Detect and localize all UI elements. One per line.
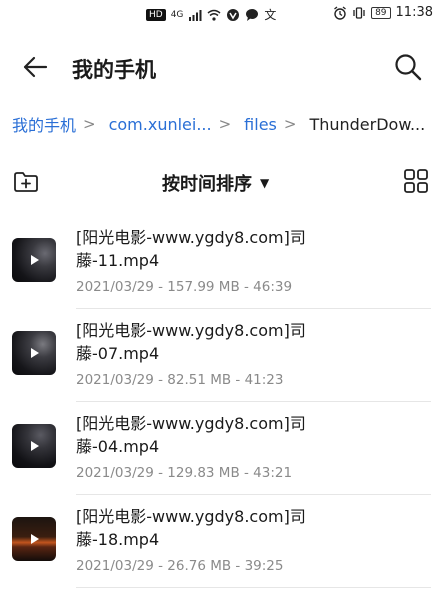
sort-dropdown[interactable]: 按时间排序 ▼: [162, 170, 269, 196]
message-icon: [246, 8, 259, 21]
signal-icon: [189, 9, 202, 21]
file-meta: 2021/03/29 - 157.99 MB - 46:39: [76, 279, 293, 295]
status-bar: HD 4G 文 89 11:38: [0, 0, 443, 28]
back-arrow-icon[interactable]: [20, 52, 50, 82]
file-meta: 2021/03/29 - 82.51 MB - 41:23: [76, 372, 284, 388]
breadcrumb-my-phone[interactable]: 我的手机: [12, 112, 76, 136]
new-folder-icon[interactable]: [12, 168, 40, 196]
file-name: [阳光电影-www.ygdy8.com]司藤-07.mp4: [76, 321, 306, 363]
status-icons-left: HD 4G 文: [146, 6, 276, 23]
file-row[interactable]: [阳光电影-www.ygdy8.com]司藤-04.mp4 2021/03/29…: [0, 402, 443, 495]
breadcrumb: 我的手机 > com.xunlei... > files > ThunderDo…: [12, 112, 443, 136]
hd-badge: HD: [146, 8, 166, 21]
file-row[interactable]: [阳光电影-www.ygdy8.com]司藤-11.mp4 2021/03/29…: [0, 216, 443, 309]
play-icon: [31, 441, 39, 451]
play-icon: [31, 255, 39, 265]
input-method-indicator: 文: [264, 8, 277, 22]
file-name: [阳光电影-www.ygdy8.com]司藤-11.mp4: [76, 228, 306, 270]
file-row[interactable]: [阳光电影-www.ygdy8.com]司藤-07.mp4 2021/03/29…: [0, 309, 443, 402]
play-icon: [31, 348, 39, 358]
file-list: [阳光电影-www.ygdy8.com]司藤-11.mp4 2021/03/29…: [0, 216, 443, 588]
clock: 11:38: [395, 5, 433, 20]
divider: [76, 587, 431, 588]
video-thumbnail: [12, 238, 56, 282]
page-title: 我的手机: [72, 58, 156, 82]
video-thumbnail: [12, 331, 56, 375]
grid-view-icon[interactable]: [403, 168, 429, 194]
wifi-icon: [207, 9, 221, 21]
chevron-right-icon: >: [283, 115, 297, 133]
file-name: [阳光电影-www.ygdy8.com]司藤-04.mp4: [76, 414, 306, 456]
file-name: [阳光电影-www.ygdy8.com]司藤-18.mp4: [76, 507, 306, 549]
breadcrumb-thunderdownload[interactable]: ThunderDow...: [309, 115, 425, 134]
breadcrumb-com-xunlei[interactable]: com.xunlei...: [109, 115, 212, 134]
file-meta: 2021/03/29 - 129.83 MB - 43:21: [76, 465, 293, 481]
sort-label: 按时间排序: [162, 174, 252, 195]
video-thumbnail: [12, 424, 56, 468]
file-row[interactable]: [阳光电影-www.ygdy8.com]司藤-18.mp4 2021/03/29…: [0, 495, 443, 588]
status-icons-right: 89 11:38: [333, 5, 433, 20]
play-icon: [31, 534, 39, 544]
vpn-icon: [227, 8, 240, 21]
chevron-right-icon: >: [83, 115, 96, 133]
search-icon[interactable]: [393, 52, 423, 82]
caret-down-icon: ▼: [260, 176, 270, 190]
title-bar: 我的手机: [0, 44, 443, 90]
battery-indicator: 89: [371, 6, 391, 19]
alarm-icon: [334, 5, 346, 20]
network-type: 4G: [170, 9, 184, 20]
breadcrumb-files[interactable]: files: [244, 115, 277, 134]
vibrate-icon: [353, 6, 365, 19]
toolbar: 按时间排序 ▼: [0, 162, 443, 202]
chevron-right-icon: >: [218, 115, 232, 133]
video-thumbnail: [12, 517, 56, 561]
file-meta: 2021/03/29 - 26.76 MB - 39:25: [76, 558, 284, 574]
